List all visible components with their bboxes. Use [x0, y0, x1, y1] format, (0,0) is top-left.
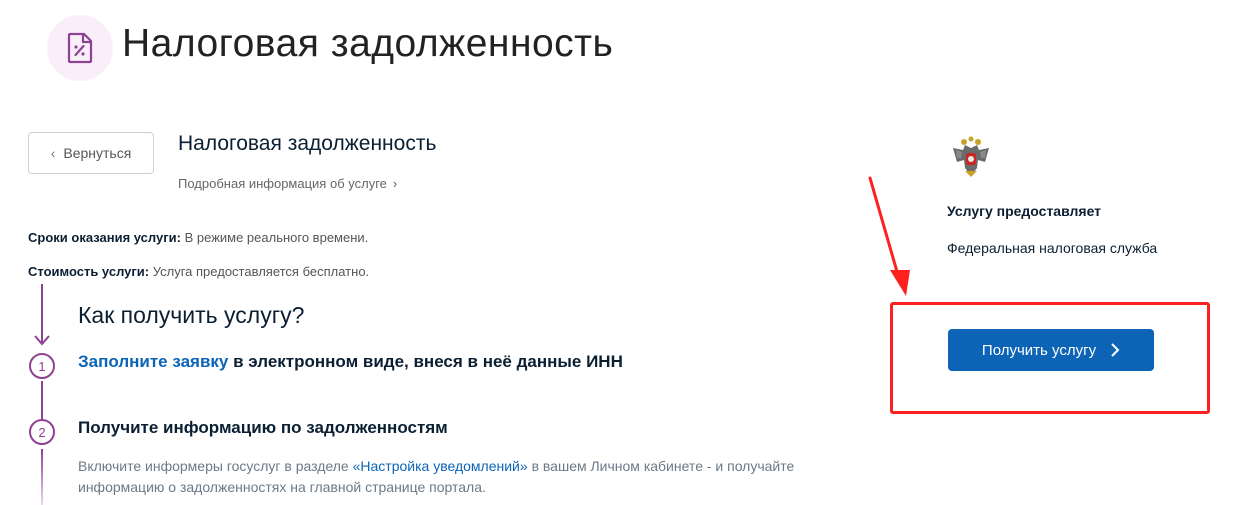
service-info-link[interactable]: Подробная информация об услуге › — [178, 176, 397, 191]
chevron-left-icon: ‹ — [50, 145, 56, 161]
step-2-description: Включите информеры госуслуг в разделе «Н… — [78, 456, 878, 498]
service-terms: Сроки оказания услуги: В режиме реальног… — [28, 230, 368, 245]
provider-label: Услугу предоставляет — [947, 203, 1102, 219]
timeline-line-bottom — [41, 449, 43, 505]
back-button[interactable]: ‹ Вернуться — [28, 132, 154, 174]
service-icon — [47, 15, 113, 81]
service-info-label: Подробная информация об услуге — [178, 176, 387, 191]
service-title: Налоговая задолженность — [178, 132, 437, 155]
step-2-desc-before: Включите информеры госуслуг в разделе — [78, 458, 349, 474]
cost-value: Услуга предоставляется бесплатно. — [152, 264, 370, 279]
step-1-number: 1 — [29, 353, 55, 379]
step-2-title: Получите информацию по задолженностям — [78, 418, 448, 437]
notification-settings-link[interactable]: «Настройка уведомлений» — [353, 458, 528, 474]
cost-label: Стоимость услуги: — [28, 264, 150, 279]
annotation-arrow-icon — [868, 176, 910, 296]
service-cost: Стоимость услуги: Услуга предоставляется… — [28, 264, 369, 279]
back-button-label: Вернуться — [63, 145, 132, 161]
russian-coat-of-arms-icon — [953, 136, 989, 177]
provider-name: Федеральная налоговая служба — [947, 240, 1158, 256]
terms-label: Сроки оказания услуги: — [28, 230, 181, 245]
step-2-number: 2 — [29, 419, 55, 445]
get-service-button[interactable]: Получить услугу — [948, 329, 1154, 371]
terms-value: В режиме реального времени. — [184, 230, 369, 245]
chevron-right-icon: › — [392, 176, 398, 191]
get-service-label: Получить услугу — [981, 341, 1097, 359]
page-title: Налоговая задолженность — [122, 22, 614, 65]
fill-application-link[interactable]: Заполните заявку — [78, 352, 228, 371]
step-1-rest: в электронном виде, внеся в неё данные И… — [233, 352, 623, 371]
timeline-arrow-icon — [34, 335, 50, 346]
step-1-text: Заполните заявку в электронном виде, вне… — [78, 352, 623, 372]
chevron-right-icon — [1111, 343, 1120, 357]
timeline-line-middle — [41, 381, 43, 419]
how-to-title: Как получить услугу? — [78, 302, 305, 328]
document-percent-icon — [67, 32, 93, 64]
